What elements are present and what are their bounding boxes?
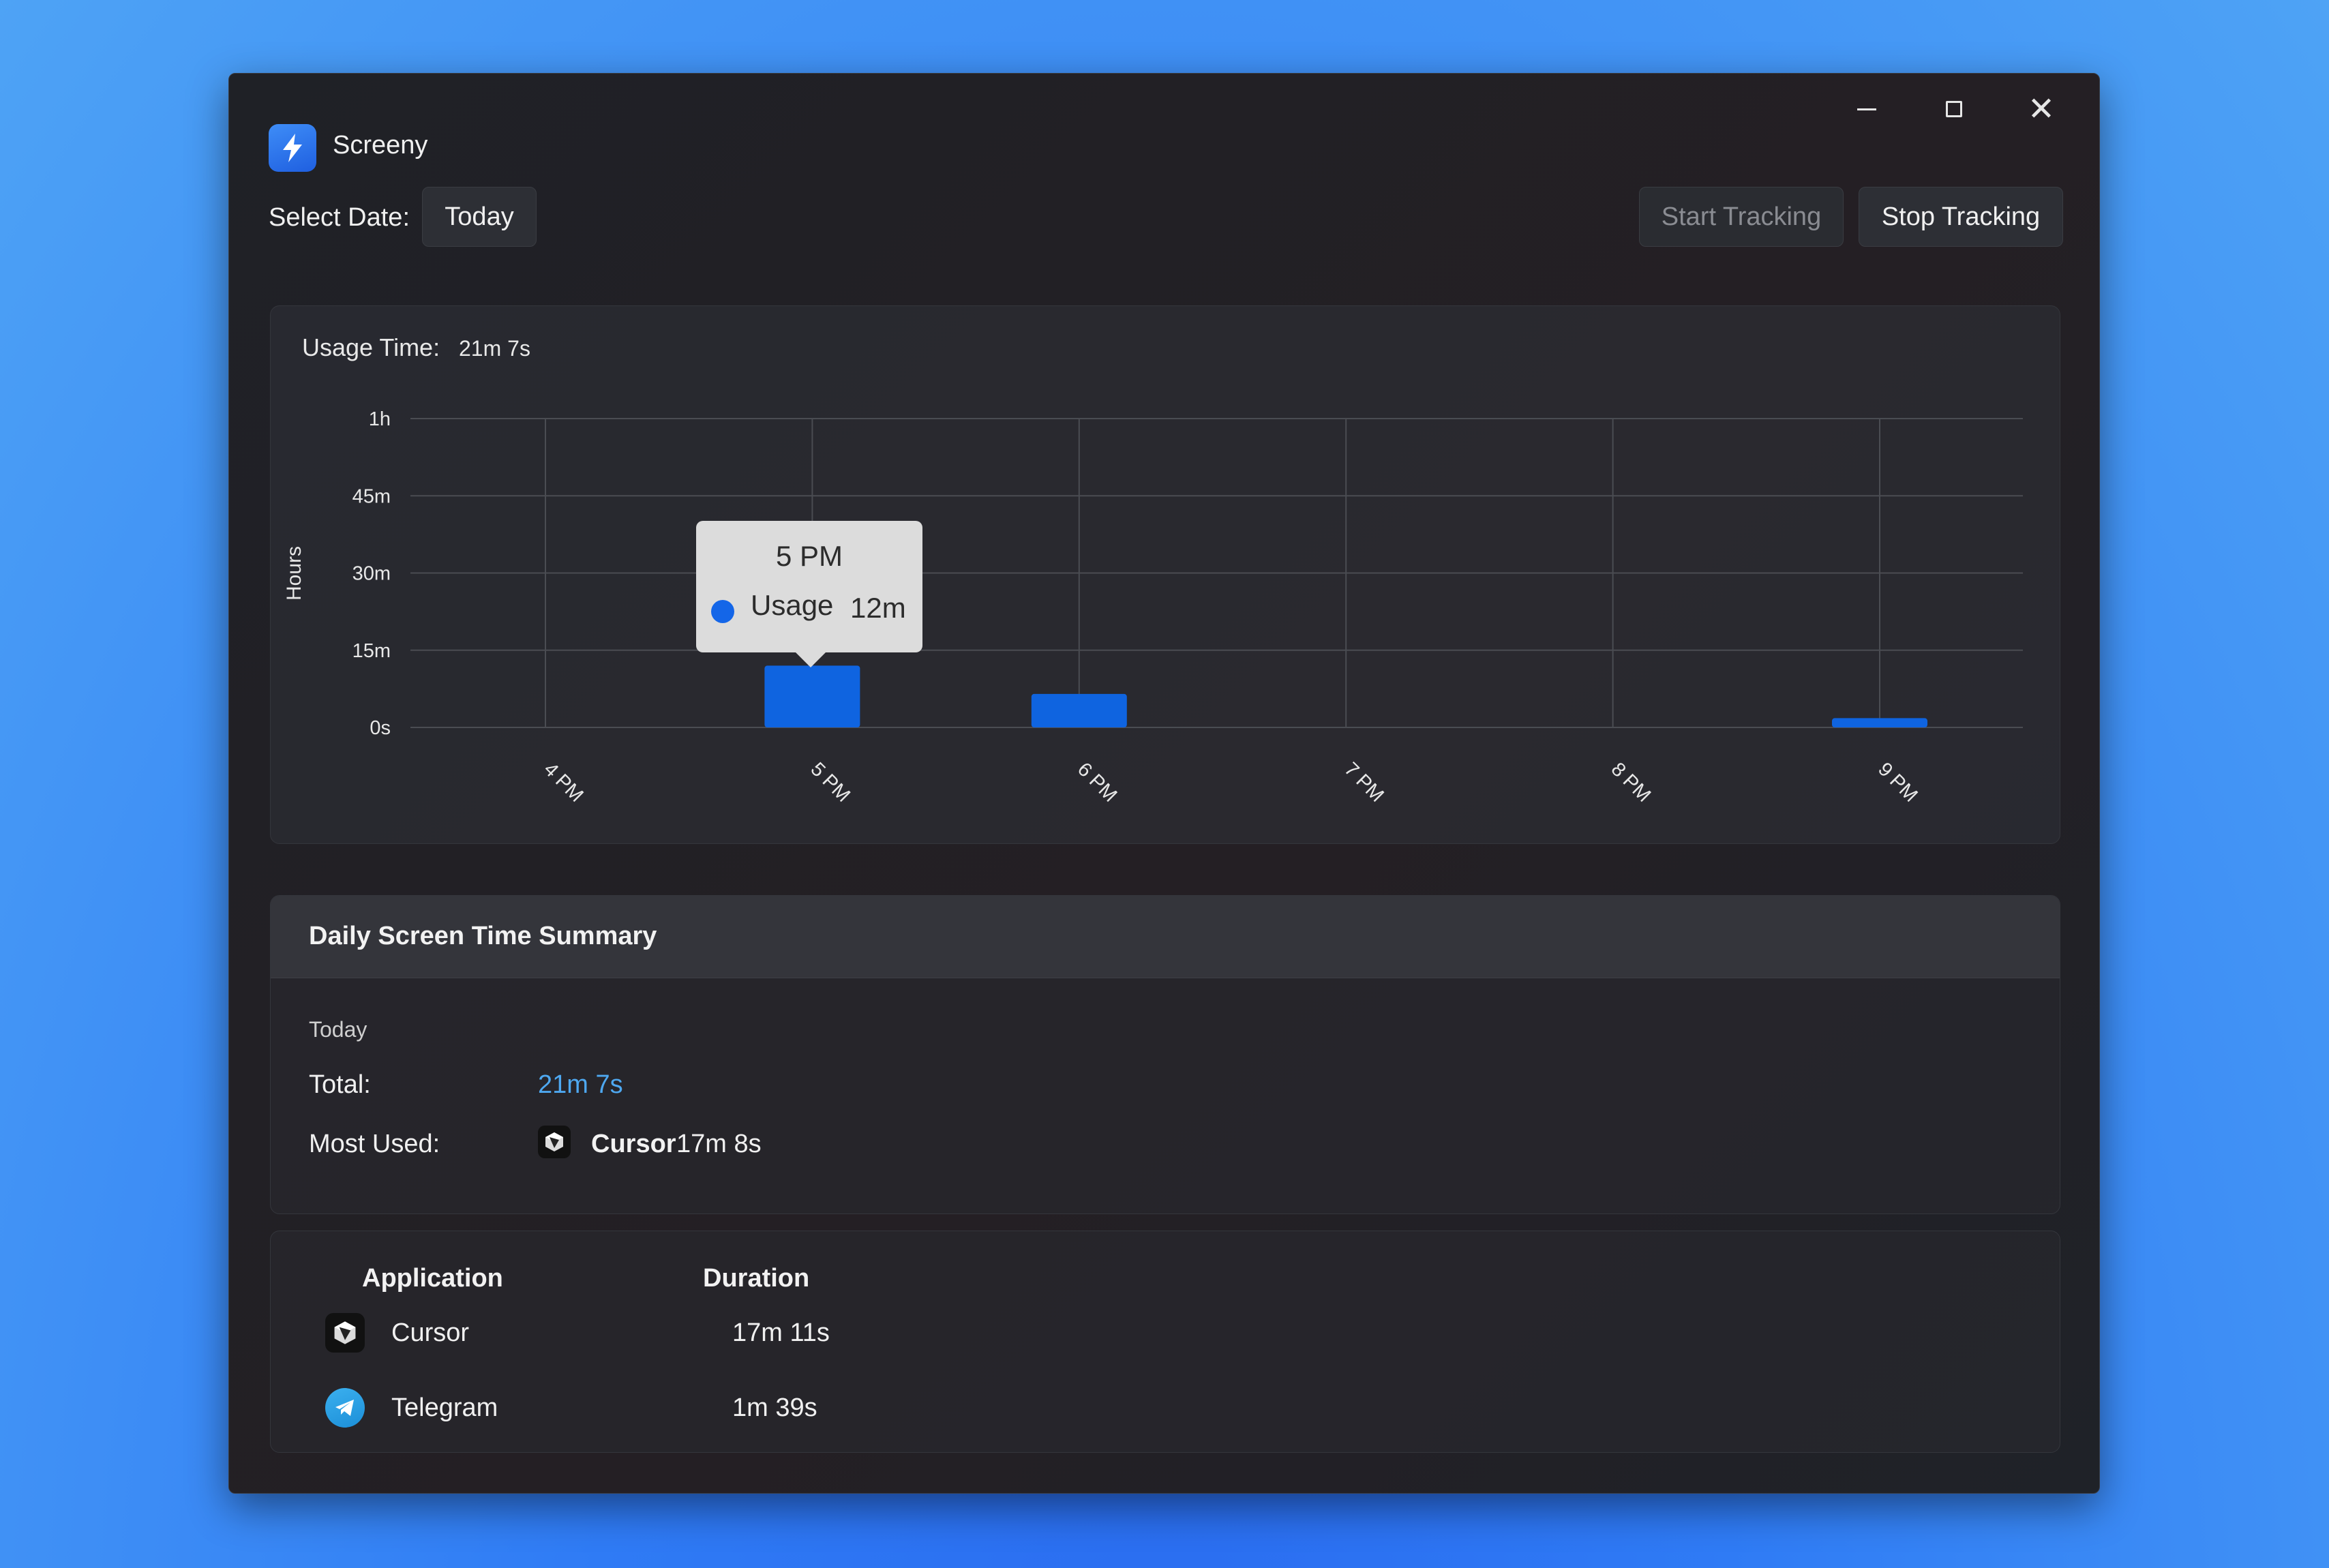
app-title: Screeny [333, 131, 428, 160]
close-icon: ✕ [2027, 90, 2056, 128]
x-tick-label: 5 PM [807, 758, 854, 806]
date-picker-button[interactable]: Today [422, 187, 537, 247]
daily-summary-card: Daily Screen Time Summary Today Total: 2… [270, 895, 2060, 1214]
stop-tracking-button[interactable]: Stop Tracking [1859, 187, 2063, 247]
tooltip-title: 5 PM [775, 540, 843, 572]
maximize-icon [1946, 101, 1962, 117]
cursor-icon [538, 1126, 571, 1158]
row-duration: 17m 11s [732, 1318, 830, 1347]
total-value: 21m 7s [538, 1070, 623, 1099]
select-date-label: Select Date: [269, 203, 410, 232]
tooltip-value: 12m [850, 592, 906, 624]
chart-tooltip: 5 PM Usage 12m [696, 521, 922, 667]
y-tick-label: 45m [352, 485, 391, 507]
usage-chart-card: Usage Time: 21m 7s 0s 15m 30m 45m 1h 4 PM 5 P… [270, 305, 2060, 844]
x-tick-label: 4 PM [539, 758, 587, 806]
most-used-label: Most Used: [309, 1130, 440, 1158]
y-tick-label: 1h [369, 408, 391, 430]
table-row[interactable]: Telegram 1m 39s [271, 1380, 2060, 1434]
y-tick-label: 30m [352, 563, 391, 585]
total-label: Total: [309, 1070, 371, 1099]
close-button[interactable]: ✕ [2011, 89, 2072, 130]
lightning-icon [283, 134, 302, 162]
minimize-icon [1857, 108, 1876, 110]
x-tick-label: 9 PM [1874, 758, 1921, 806]
row-app-name: Cursor [391, 1318, 470, 1347]
bar-9pm[interactable] [1832, 718, 1927, 727]
row-duration: 1m 39s [732, 1393, 817, 1422]
bar-5pm[interactable] [764, 665, 860, 727]
most-used-app: Cursor [591, 1130, 676, 1158]
column-header-application: Application [362, 1264, 503, 1293]
tooltip-series-name: Usage [751, 589, 834, 621]
start-tracking-button[interactable]: Start Tracking [1639, 187, 1844, 247]
telegram-icon [325, 1388, 365, 1428]
summary-header: Daily Screen Time Summary [271, 896, 2060, 978]
column-header-duration: Duration [703, 1264, 810, 1293]
tooltip-series-dot-icon [711, 600, 734, 623]
x-tick-label: 8 PM [1607, 758, 1655, 806]
y-tick-label: 15m [352, 640, 391, 662]
x-tick-label: 7 PM [1340, 758, 1387, 806]
app-usage-table: Application Duration Cursor 17m 11s Tele… [270, 1231, 2060, 1453]
cursor-icon [325, 1313, 365, 1353]
summary-day: Today [309, 1017, 367, 1042]
y-tick-label: 0s [370, 717, 391, 739]
most-used-duration: 17m 8s [676, 1130, 762, 1158]
bar-6pm[interactable] [1031, 693, 1127, 727]
usage-bar-chart: 0s 15m 30m 45m 1h 4 PM 5 PM 6 PM 7 PM 8 PM 9 PM H… [283, 408, 2023, 806]
y-axis-label: Hours [283, 546, 305, 601]
summary-title: Daily Screen Time Summary [309, 922, 657, 950]
app-window: ✕ Screeny Select Date: Today Start Track… [228, 73, 2100, 1494]
row-app-name: Telegram [391, 1393, 498, 1422]
app-logo-icon [269, 124, 316, 172]
maximize-button[interactable] [1923, 89, 1985, 130]
minimize-button[interactable] [1836, 89, 1897, 130]
table-row[interactable]: Cursor 17m 11s [271, 1305, 2060, 1359]
x-tick-label: 6 PM [1073, 758, 1121, 806]
